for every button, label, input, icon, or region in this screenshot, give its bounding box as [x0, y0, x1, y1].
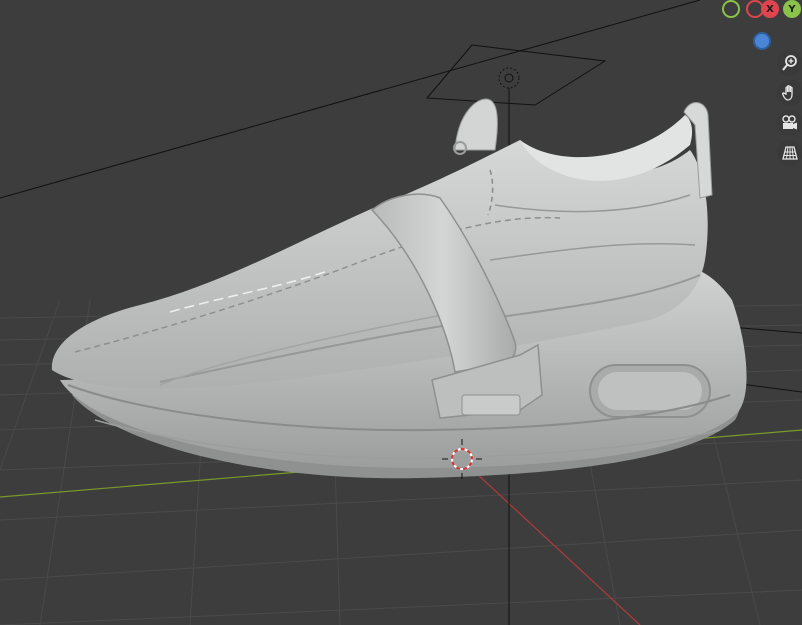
- gizmo-x-label: X: [766, 3, 774, 15]
- x-axis-line: [461, 459, 641, 625]
- light-plane: [425, 44, 607, 106]
- gizmo-y-label: Y: [788, 3, 796, 15]
- camera-view-button[interactable]: [777, 110, 802, 136]
- gizmo-x-axis[interactable]: X: [761, 0, 779, 18]
- pan-button[interactable]: [777, 80, 802, 106]
- gizmo-z-axis[interactable]: [753, 32, 771, 50]
- hand-icon: [782, 85, 793, 101]
- 3d-viewport[interactable]: X Y: [0, 0, 802, 625]
- perspective-toggle-button[interactable]: [777, 140, 802, 166]
- camera-icon: [782, 115, 797, 130]
- shoe-model: [51, 98, 747, 479]
- gizmo-neg-y-circle[interactable]: [722, 0, 740, 18]
- grid-perspective-icon: [782, 146, 798, 160]
- magnifier-plus-icon: [782, 55, 797, 71]
- light-source: [498, 67, 520, 89]
- viewport-scene[interactable]: [0, 0, 802, 625]
- gizmo-y-axis[interactable]: Y: [783, 0, 801, 18]
- zoom-button[interactable]: [777, 50, 802, 76]
